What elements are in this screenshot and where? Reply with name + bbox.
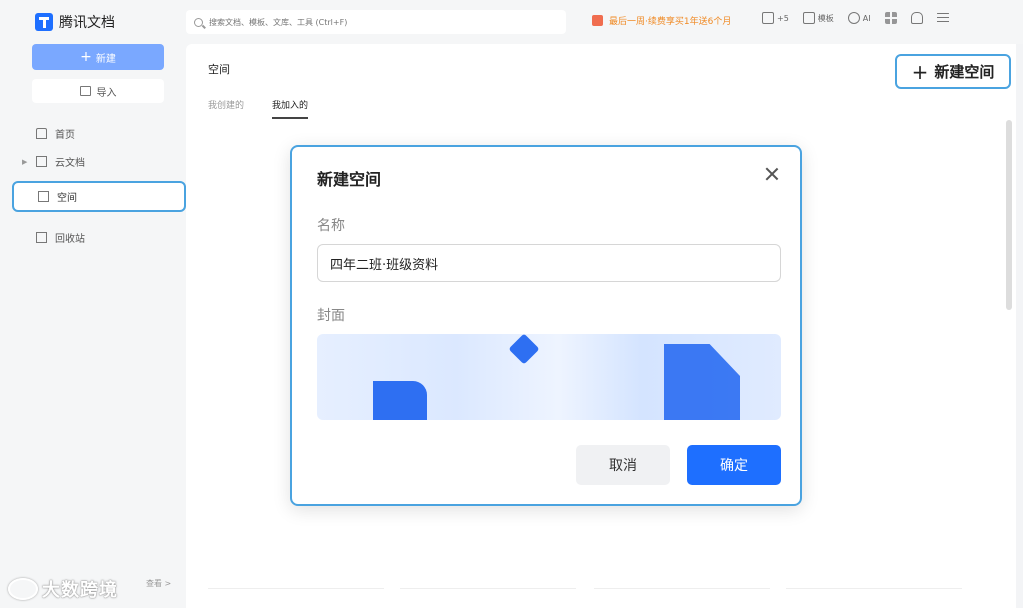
import-button[interactable]: 导入	[32, 79, 164, 103]
sidebar: + 新建 导入 首页 ▶ 云文档 空间 回收站 查看 >	[0, 44, 196, 608]
space-card[interactable]	[594, 588, 770, 608]
space-card[interactable]	[786, 588, 962, 608]
space-card[interactable]	[400, 588, 576, 608]
watermark-logo-icon	[8, 578, 38, 600]
search-box[interactable]	[186, 10, 566, 34]
collab-icon	[762, 12, 774, 24]
name-label: 名称	[317, 218, 345, 234]
sidebar-item-home[interactable]: 首页	[36, 126, 75, 141]
cover-shape	[373, 381, 427, 420]
cancel-button[interactable]: 取消	[576, 445, 670, 485]
new-space-button[interactable]: + 新建空间	[895, 54, 1011, 89]
tencent-docs-logo-icon	[35, 13, 53, 31]
sidebar-item-space[interactable]: 空间	[12, 181, 186, 212]
menu-icon	[936, 12, 949, 24]
space-name-input[interactable]	[317, 244, 781, 282]
apps-button[interactable]	[884, 12, 897, 24]
doc-icon	[36, 156, 47, 167]
promo-text: 最后一周·续费享买1年送6个月	[609, 17, 732, 27]
import-icon	[79, 86, 91, 96]
cover-shape	[664, 344, 740, 420]
new-button[interactable]: + 新建	[32, 44, 164, 70]
template-button[interactable]: 模板	[802, 12, 834, 24]
menu-button[interactable]	[936, 12, 949, 24]
gift-icon	[592, 15, 603, 26]
space-card[interactable]	[208, 588, 384, 608]
notifications-button[interactable]	[910, 12, 923, 24]
new-space-dialog: 新建空间 名称 封面 取消 确定	[290, 145, 802, 506]
space-icon	[38, 191, 49, 202]
close-icon[interactable]	[765, 167, 779, 181]
tab-joined[interactable]: 我加入的	[272, 98, 309, 119]
apps-grid-icon	[884, 12, 897, 24]
cover-label: 封面	[317, 308, 345, 324]
ai-icon	[847, 12, 860, 24]
home-icon	[36, 128, 47, 139]
promo-banner[interactable]: 最后一周·续费享买1年送6个月	[592, 14, 731, 27]
collab-button[interactable]: +5	[762, 12, 789, 24]
search-icon	[194, 17, 203, 27]
tab-created-by-me[interactable]: 我创建的	[208, 98, 244, 119]
top-toolbar: +5 模板 AI	[762, 12, 949, 24]
template-icon	[802, 12, 815, 24]
trash-icon	[36, 232, 47, 243]
top-bar: 腾讯文档 最后一周·续费享买1年送6个月 +5 模板 AI	[0, 0, 1023, 44]
dialog-title: 新建空间	[317, 170, 382, 189]
confirm-button[interactable]: 确定	[687, 445, 781, 485]
view-link[interactable]: 查看 >	[146, 578, 171, 589]
ai-button[interactable]: AI	[847, 12, 871, 24]
expand-arrow-icon[interactable]: ▶	[22, 158, 27, 166]
plus-icon: +	[80, 49, 92, 65]
sidebar-item-trash[interactable]: 回收站	[36, 230, 85, 245]
cover-image[interactable]	[317, 334, 781, 420]
scrollbar[interactable]	[1006, 120, 1012, 310]
app-name: 腾讯文档	[59, 15, 115, 31]
space-tabs: 我创建的 我加入的	[208, 98, 309, 119]
cover-shape	[508, 334, 540, 365]
sidebar-item-cloud-docs[interactable]: ▶ 云文档	[22, 154, 85, 169]
search-input[interactable]	[209, 17, 509, 27]
watermark: 大数跨境	[8, 576, 118, 602]
app-logo[interactable]: 腾讯文档	[35, 12, 115, 32]
bell-icon	[910, 12, 923, 24]
plus-icon: +	[911, 59, 929, 84]
page-title: 空间	[208, 63, 230, 76]
